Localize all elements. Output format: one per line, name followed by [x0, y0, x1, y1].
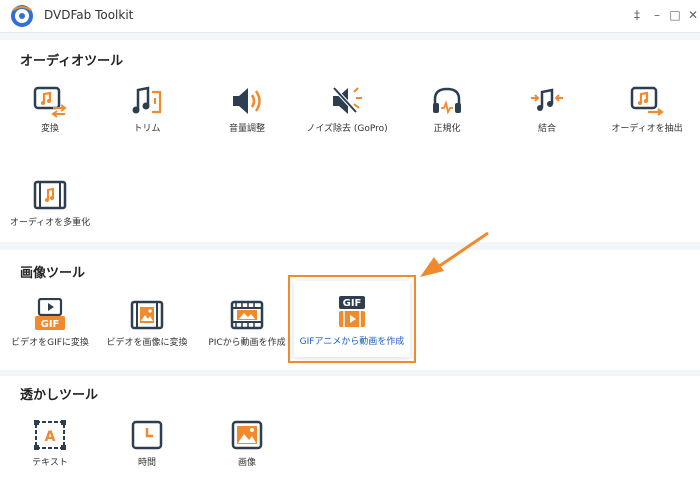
tool-label: 音量調整 — [228, 124, 265, 134]
tool-normalize[interactable]: 正規化 — [397, 84, 497, 134]
extract-audio-icon — [630, 86, 664, 116]
app-title: DVDFab Toolkit — [44, 8, 134, 22]
audio-trim-icon — [132, 86, 162, 114]
image-section-title: 画像ツール — [20, 266, 86, 281]
audio-section-title: オーディオツール — [20, 54, 124, 69]
tool-label: オーディオを抽出 — [611, 124, 683, 134]
tool-label: PICから動画を作成 — [208, 338, 286, 348]
audio-convert-icon — [33, 86, 67, 118]
menu-button[interactable]: ‡ — [630, 8, 644, 22]
text-glyph: A — [45, 429, 56, 445]
text-watermark-icon: A — [34, 420, 66, 450]
tool-merge[interactable]: 結合 — [497, 84, 597, 134]
tool-pic-to-video[interactable]: PICから動画を作成 — [197, 298, 297, 348]
gif-text: GIF — [41, 319, 60, 330]
video-to-image-icon — [130, 300, 164, 330]
maximize-button[interactable]: □ — [668, 8, 682, 22]
noise-removal-icon — [332, 86, 362, 114]
tool-label: ビデオを画像に変換 — [106, 338, 188, 348]
watermark-section-title: 透かしツール — [20, 388, 99, 403]
tool-multiplex-audio[interactable]: オーディオを多重化 — [0, 178, 100, 228]
volume-icon — [233, 88, 261, 114]
tool-label: 変換 — [40, 124, 59, 134]
tool-label: 結合 — [537, 124, 556, 134]
annotation-arrow — [420, 231, 489, 277]
tool-image-watermark[interactable]: 画像 — [197, 418, 297, 468]
tool-text-watermark[interactable]: A テキスト — [0, 418, 100, 468]
highlight-box — [288, 275, 416, 363]
tool-extract-audio[interactable]: オーディオを抽出 — [597, 84, 697, 134]
audio-tools-section: オーディオツール 変換 トリム 音量調整 ノイズ除去 (GoPro) 正規化 結… — [0, 40, 700, 242]
merge-icon — [531, 88, 563, 111]
dvdfab-logo-icon — [11, 5, 33, 27]
multiplex-audio-icon — [33, 180, 67, 210]
tool-label: 画像 — [237, 458, 256, 468]
pic-to-video-icon — [230, 300, 264, 330]
time-watermark-icon — [131, 420, 163, 450]
tool-label: ビデオをGIFに変換 — [11, 338, 89, 348]
tool-noise-removal[interactable]: ノイズ除去 (GoPro) — [297, 84, 397, 134]
tool-audio-convert[interactable]: 変換 — [0, 84, 100, 134]
video-to-gif-icon: GIF — [35, 298, 65, 330]
tool-label: 時間 — [137, 458, 156, 468]
close-button[interactable]: ✕ — [686, 8, 700, 22]
tool-video-to-image[interactable]: ビデオを画像に変換 — [97, 298, 197, 348]
minimize-button[interactable]: – — [650, 8, 664, 22]
title-bar: DVDFab Toolkit ‡ – □ ✕ — [0, 0, 700, 33]
tool-label: 正規化 — [433, 124, 461, 134]
tool-label: ノイズ除去 (GoPro) — [306, 124, 388, 134]
normalize-icon — [433, 87, 461, 115]
tool-time-watermark[interactable]: 時間 — [97, 418, 197, 468]
tool-label: テキスト — [32, 458, 68, 468]
tool-audio-trim[interactable]: トリム — [97, 84, 197, 134]
tool-volume[interactable]: 音量調整 — [197, 84, 297, 134]
tool-label: オーディオを多重化 — [9, 218, 91, 228]
tool-video-to-gif[interactable]: GIF ビデオをGIFに変換 — [0, 298, 100, 348]
watermark-tools-section: 透かしツール A テキスト 時間 画像 — [0, 376, 700, 481]
image-watermark-icon — [231, 420, 263, 450]
tool-label: トリム — [133, 124, 161, 134]
